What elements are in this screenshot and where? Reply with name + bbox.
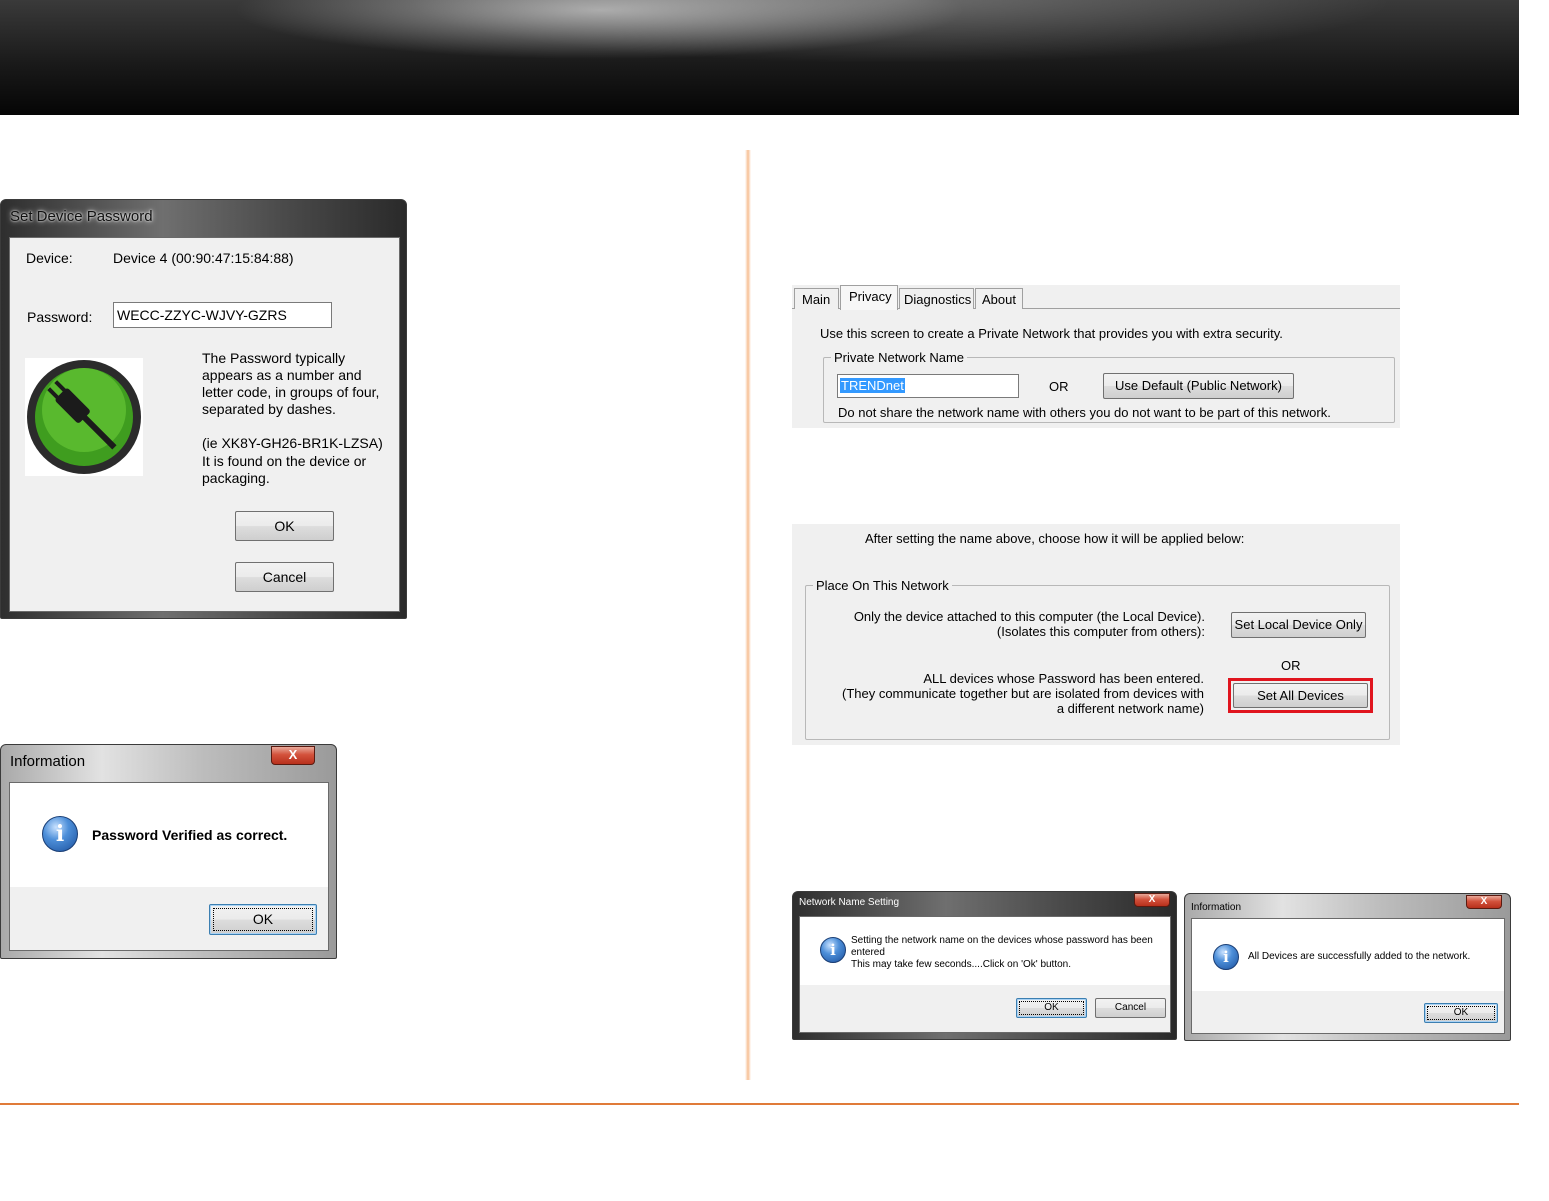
set-device-password-dialog: Set Device Password Device: Device 4 (00… — [0, 199, 407, 619]
dialog-title: Set Device Password — [10, 208, 153, 225]
or-label: OR — [1049, 379, 1069, 394]
all-description-line: ALL devices whose Password has been ente… — [923, 671, 1204, 686]
device-label: Device: — [26, 250, 73, 266]
message-line: entered — [851, 947, 885, 958]
help-text-line: (ie XK8Y-GH26-BR1K-LZSA) — [202, 435, 383, 451]
info-icon: i — [42, 816, 78, 852]
message-text: All Devices are successfully added to th… — [1248, 951, 1471, 962]
close-button[interactable]: X — [271, 746, 315, 765]
use-default-button[interactable]: Use Default (Public Network) — [1103, 373, 1294, 399]
network-name-input[interactable]: TRENDnet — [837, 374, 1019, 398]
message-text: Password Verified as correct. — [92, 827, 288, 843]
local-description-line: (Isolates this computer from others): — [996, 624, 1205, 639]
network-name-selected-text: TRENDnet — [840, 378, 905, 393]
group-legend: Place On This Network — [813, 578, 952, 593]
password-label: Password: — [27, 309, 93, 325]
close-button[interactable]: X — [1134, 893, 1170, 907]
button-area: OK — [1191, 991, 1505, 1034]
privacy-panel: Main Privacy Diagnostics About Use this … — [792, 285, 1400, 428]
button-area: OK Cancel — [799, 985, 1171, 1033]
ok-button[interactable]: OK — [235, 511, 334, 541]
tab-about[interactable]: About — [975, 288, 1023, 309]
help-text-line: letter code, in groups of four, — [202, 384, 380, 400]
ok-button[interactable]: OK — [1424, 1003, 1498, 1023]
message-line: This may take few seconds....Click on 'O… — [851, 959, 1072, 970]
tab-main[interactable]: Main — [794, 288, 839, 309]
or-label: OR — [1281, 658, 1301, 673]
cancel-button[interactable]: Cancel — [1095, 998, 1166, 1018]
dialog-client-area: Device: Device 4 (00:90:47:15:84:88) Pas… — [9, 237, 400, 612]
message-area: i Setting the network name on the device… — [799, 916, 1171, 986]
dialog-title: Information — [1191, 902, 1242, 913]
message-area: i Password Verified as correct. — [9, 782, 329, 888]
group-legend: Private Network Name — [831, 350, 968, 365]
set-local-device-only-button[interactable]: Set Local Device Only — [1231, 612, 1366, 638]
header-banner — [0, 0, 1519, 115]
help-text-line: appears as a number and — [202, 367, 362, 383]
info-icon: i — [820, 937, 846, 963]
apply-intro: After setting the name above, choose how… — [865, 531, 1245, 546]
dialog-title: Information — [10, 753, 86, 770]
local-description-line: Only the device attached to this compute… — [853, 609, 1205, 624]
all-description-line: a different network name) — [1056, 701, 1204, 716]
button-area: OK — [9, 887, 329, 951]
tab-diagnostics[interactable]: Diagnostics — [899, 288, 974, 309]
message-line: Setting the network name on the devices … — [851, 935, 1153, 946]
help-text-line: packaging. — [202, 470, 270, 486]
power-plug-icon — [25, 358, 143, 476]
message-area: i All Devices are successfully added to … — [1191, 918, 1505, 992]
ok-button-label: OK — [1453, 1007, 1469, 1018]
help-text-line: The Password typically — [202, 350, 346, 366]
ok-button[interactable]: OK — [209, 904, 317, 935]
ok-button-label: OK — [252, 911, 274, 927]
tab-strip: Main Privacy Diagnostics About — [792, 285, 1400, 310]
ok-button[interactable]: OK — [1016, 998, 1087, 1018]
column-divider — [745, 150, 751, 1080]
information-dialog: Information X i Password Verified as cor… — [0, 744, 337, 959]
information-dialog-success: Information X i All Devices are successf… — [1184, 893, 1511, 1041]
network-name-setting-dialog: Network Name Setting X i Setting the net… — [792, 891, 1177, 1040]
cancel-button[interactable]: Cancel — [235, 562, 334, 592]
help-text-line: It is found on the device or — [202, 453, 367, 469]
tab-privacy[interactable]: Privacy — [840, 285, 898, 310]
device-value: Device 4 (00:90:47:15:84:88) — [113, 250, 294, 266]
privacy-note: Do not share the network name with other… — [838, 405, 1331, 420]
privacy-intro: Use this screen to create a Private Netw… — [820, 326, 1283, 341]
all-description-line: (They communicate together but are isola… — [841, 686, 1204, 701]
ok-button-label: OK — [1044, 1002, 1059, 1013]
password-input[interactable] — [113, 302, 332, 328]
set-all-devices-button[interactable]: Set All Devices — [1233, 683, 1368, 708]
help-text-line: separated by dashes. — [202, 401, 336, 417]
dialog-title: Network Name Setting — [799, 897, 900, 908]
footer-rule — [0, 1103, 1519, 1105]
close-button[interactable]: X — [1466, 895, 1502, 909]
apply-panel: After setting the name above, choose how… — [792, 524, 1400, 745]
info-icon: i — [1213, 944, 1239, 970]
